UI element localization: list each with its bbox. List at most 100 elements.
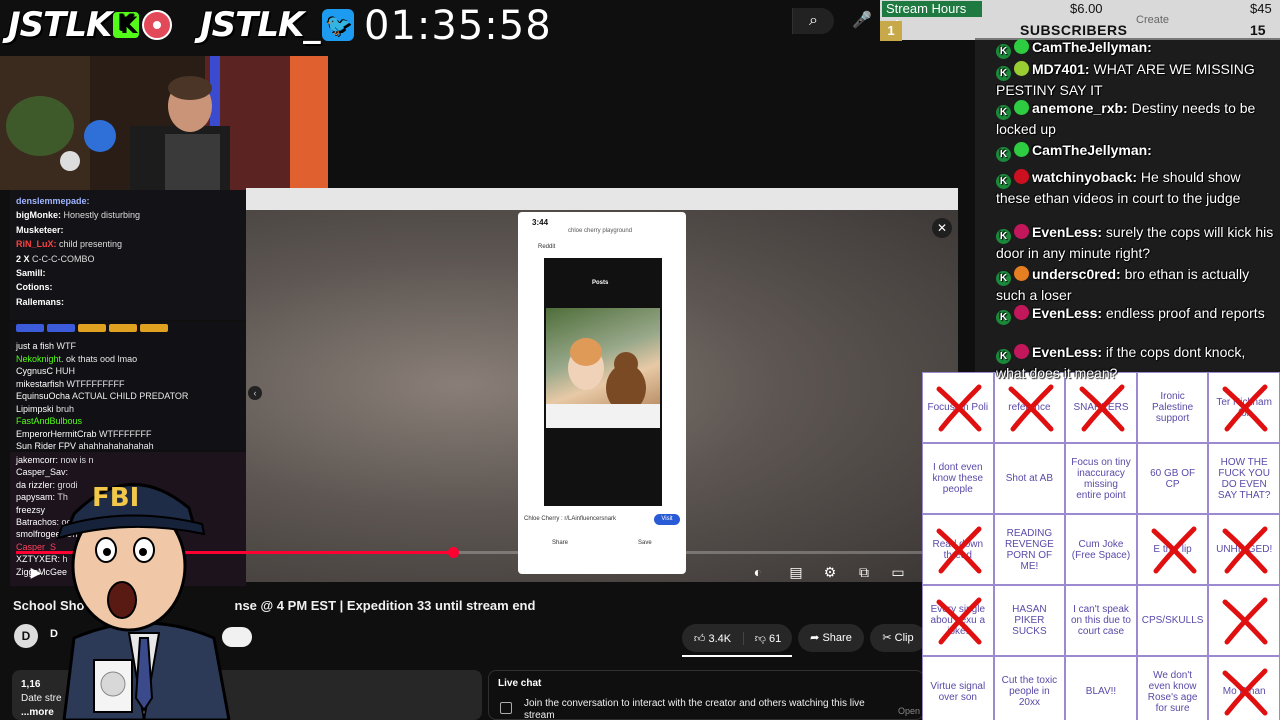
chat-message: Samill:	[10, 266, 246, 280]
open-chat-button[interactable]: Open	[898, 706, 920, 716]
chat-text: WTFFFFFFF	[96, 428, 152, 439]
post-photo	[546, 308, 660, 428]
kick-badge-icon: K	[996, 174, 1011, 189]
chat-username[interactable]: CamTheJellyman:	[1032, 142, 1152, 158]
chat-username[interactable]: EmperorHermitCrab	[16, 429, 97, 439]
thumbs-down-icon: 👎︎	[754, 632, 766, 645]
bingo-cell: 60 GB OF CP	[1136, 443, 1209, 514]
like-button[interactable]: 👍︎ 3.4K	[682, 631, 744, 645]
right-chat-message: K CamTheJellyman:	[996, 141, 1276, 162]
phone-share-button[interactable]: Share	[552, 540, 568, 546]
phone-save-button[interactable]: Save	[638, 540, 652, 546]
stream-hours-right-amount: $45	[1250, 1, 1272, 16]
bingo-cell: I can't speak on this due to court case	[1065, 585, 1137, 656]
bingo-cell: E trist lip	[1136, 514, 1209, 585]
miniplayer-icon[interactable]: ⧉	[852, 562, 876, 582]
chat-icon	[500, 702, 512, 714]
right-chat-message: Kanemone_rxb: Destiny needs to be locked…	[996, 99, 1276, 140]
create-button[interactable]: Create	[1136, 14, 1169, 26]
chat-username[interactable]: RiN_LuX:	[16, 239, 57, 249]
chat-username[interactable]: anemone_rxb:	[1032, 100, 1128, 116]
right-chat-message: Kwatchinyoback: He should show these eth…	[996, 168, 1276, 209]
chat-username[interactable]: CygnusC	[16, 366, 53, 376]
close-icon[interactable]: ✕	[932, 218, 952, 238]
chat-username[interactable]: watchinyoback:	[1032, 169, 1137, 185]
bingo-board: Focus on Poli reference SNARKERS Ironic Pal…	[922, 372, 1280, 720]
chat-text: child presenting	[56, 239, 123, 250]
chat-username[interactable]: EvenLess:	[1032, 305, 1102, 321]
cross-mark-icon	[1222, 597, 1268, 645]
chat-username[interactable]: Cotions:	[16, 282, 53, 292]
kick-badge-icon: K	[996, 147, 1011, 162]
kick-icon: K	[113, 12, 140, 38]
bingo-cell	[1208, 585, 1280, 656]
kick-badge-icon: K	[996, 66, 1011, 81]
badge-row	[16, 324, 240, 334]
fbi-agent-image: FBI	[56, 483, 231, 720]
autoplay-toggle[interactable]: ◐	[746, 562, 770, 582]
bingo-cell: Cut the toxic people in 20xx	[993, 656, 1066, 720]
sub-badge-icon	[1014, 61, 1029, 76]
chat-username[interactable]: EquinsuOcha	[16, 391, 70, 401]
theater-icon[interactable]: ▭	[886, 562, 910, 582]
chat-username[interactable]: FastAndBulbous	[16, 416, 82, 426]
thumbs-up-icon: 👍︎	[693, 632, 706, 645]
phone-screenshot: 3:44 chloe cherry playground Reddit Post…	[518, 212, 686, 574]
bingo-cell-text: Focus on tiny inaccuracy missing entire …	[1071, 456, 1131, 501]
chat-message: CygnusC HUH	[10, 365, 246, 378]
rank-badge: 1	[880, 21, 902, 41]
gear-icon[interactable]: ⚙	[818, 562, 842, 582]
progress-scrubber[interactable]	[448, 547, 459, 558]
right-chat-message: Kundersc0red: bro ethan is actually such…	[996, 265, 1276, 306]
chat-username[interactable]: just a fish	[16, 341, 54, 351]
chat-username[interactable]: Rallemans:	[16, 297, 64, 307]
stream-hours-label: Stream Hours +1	[882, 1, 982, 32]
stream-hours-mid-amount: $6.00	[1070, 1, 1103, 16]
bingo-cell-text: 60 GB OF CP	[1150, 467, 1196, 490]
chat-username[interactable]: Lipimpski	[16, 404, 54, 414]
chat-username[interactable]: 2 X	[16, 254, 30, 264]
chat-username[interactable]: Nekoknight	[16, 354, 61, 364]
webcam-feed	[0, 56, 328, 190]
subtitles-icon[interactable]: ▤	[784, 562, 808, 582]
clip-button[interactable]: ✂ Clip	[870, 624, 926, 652]
view-count: 1,16	[21, 679, 41, 690]
chat-username[interactable]: Samill:	[16, 268, 46, 278]
fbi-cap-text: FBI	[92, 483, 139, 513]
bingo-cell: Every single abou sexu a joke!	[922, 585, 994, 656]
search-button[interactable]: ⌕	[792, 8, 834, 34]
right-chat-message: K EvenLess: endless proof and reports	[996, 304, 1276, 325]
bingo-cell: Virtue signal over son	[922, 656, 994, 720]
chat-username[interactable]: denslemmepade:	[16, 196, 90, 206]
jstlk-twitter-logo: JSTLK_ 🐦	[200, 5, 355, 45]
chat-username[interactable]: freezsy	[16, 505, 45, 515]
chat-username[interactable]: bigMonke:	[16, 210, 61, 220]
channel-avatar[interactable]: D	[14, 624, 38, 648]
cross-mark-icon	[1222, 526, 1268, 574]
chat-username[interactable]: EvenLess:	[1032, 344, 1102, 360]
bingo-cell-text: CPS/SKULLS	[1141, 615, 1204, 626]
chat-message: mikestarfish WTFFFFFFFF	[10, 378, 246, 391]
subscribers-count: 15	[1250, 22, 1266, 38]
share-icon: ➦	[810, 632, 820, 644]
visit-button[interactable]: Visit	[654, 514, 680, 525]
chat-username[interactable]: mikestarfish	[16, 379, 64, 389]
chevron-left-icon[interactable]: ‹	[248, 386, 262, 400]
logo-text: JSTLK	[8, 5, 112, 45]
like-dislike-bar: 👍︎ 3.4K 👎︎ 61	[682, 624, 792, 652]
chat-username[interactable]: MD7401:	[1032, 61, 1090, 77]
chat-username[interactable]: Musketeer:	[16, 225, 64, 235]
video-player[interactable]: 3:44 chloe cherry playground Reddit Post…	[246, 188, 958, 582]
cross-mark-icon	[936, 526, 982, 574]
dislike-button[interactable]: 👎︎ 61	[744, 632, 792, 645]
chat-username[interactable]: CamTheJellyman:	[1032, 39, 1152, 55]
share-button[interactable]: ➦ Share	[798, 624, 864, 652]
stream-timer: 01:35:58	[364, 3, 552, 49]
browser-tab-bar	[246, 188, 958, 210]
chat-username[interactable]: undersc0red:	[1032, 266, 1121, 282]
bingo-cell-text: HOW THE FUCK YOU DO EVEN SAY THAT?	[1217, 456, 1271, 501]
bingo-cell-text: HASAN PIKER SUCKS	[1012, 604, 1047, 637]
voice-search-button[interactable]: 🎤	[847, 6, 877, 36]
right-chat-message: K EvenLess: if the cops dont knock, what …	[996, 343, 1276, 384]
chat-username[interactable]: EvenLess:	[1032, 224, 1102, 240]
